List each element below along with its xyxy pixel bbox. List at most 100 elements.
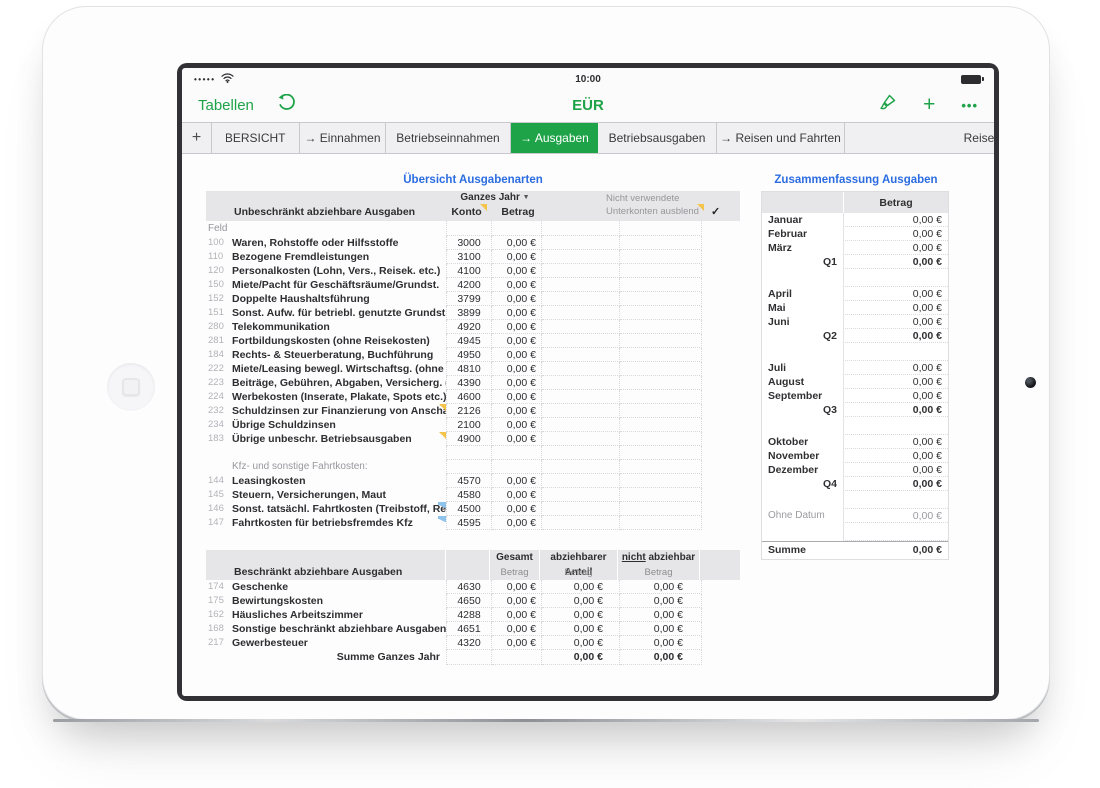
cell[interactable]	[446, 221, 492, 236]
row-name[interactable]: Leasingkosten	[232, 474, 446, 488]
summary-row-value[interactable]	[843, 417, 948, 435]
anteil-cell[interactable]	[542, 320, 620, 334]
summary-row-label[interactable]: Q1	[762, 255, 843, 269]
add-content-icon[interactable]: +	[923, 95, 935, 115]
summary-row-value[interactable]: 0,00 €	[843, 301, 948, 315]
summary-row-value[interactable]: 0,00 €	[843, 241, 948, 255]
konto-cell[interactable]: 4651	[446, 622, 492, 636]
anteil-cell[interactable]	[542, 516, 620, 530]
home-button[interactable]	[107, 363, 155, 411]
anteil-cell[interactable]	[542, 460, 620, 474]
row-name[interactable]: Übrige unbeschr. Betriebsausgaben	[232, 432, 446, 446]
summary-row-label[interactable]: Ohne Datum	[762, 509, 843, 523]
cell[interactable]	[620, 221, 702, 236]
betrag-cell[interactable]: 0,00 €	[492, 236, 542, 250]
nicht-cell[interactable]	[620, 516, 702, 530]
betrag-cell[interactable]: 0,00 €	[492, 390, 542, 404]
betrag-cell[interactable]: 0,00 €	[492, 418, 542, 432]
nicht-cell[interactable]	[620, 390, 702, 404]
betrag-cell[interactable]: 0,00 €	[492, 264, 542, 278]
row-name[interactable]: Gewerbesteuer	[232, 636, 446, 650]
row-name[interactable]: Geschenke	[232, 580, 446, 594]
row-name[interactable]: Sonst. tatsächl. Fahrtkosten (Treibstoff…	[232, 502, 446, 516]
konto-cell[interactable]: 4900	[446, 432, 492, 446]
summary-row-label[interactable]: Juni	[762, 315, 843, 329]
sheet-tab-reisen[interactable]: Reisen	[845, 123, 994, 153]
cell[interactable]	[446, 650, 492, 665]
summary-row-value[interactable]: 0,00 €	[843, 287, 948, 301]
nicht-cell[interactable]: 0,00 €	[620, 594, 702, 608]
betrag-cell[interactable]	[492, 460, 542, 474]
summary-row-label[interactable]: September	[762, 389, 843, 403]
anteil-cell[interactable]	[542, 264, 620, 278]
hide-subaccounts-checkbox[interactable]: ✓	[711, 205, 720, 218]
konto-cell[interactable]: 4580	[446, 488, 492, 502]
nicht-cell[interactable]: 0,00 €	[620, 622, 702, 636]
sum-nicht-value[interactable]: 0,00 €	[620, 650, 702, 665]
summary-row-label[interactable]: Januar	[762, 213, 843, 227]
cell[interactable]	[542, 221, 620, 236]
summary-row-value[interactable]: 0,00 €	[843, 227, 948, 241]
betrag-cell[interactable]: 0,00 €	[492, 502, 542, 516]
summary-row-value[interactable]: 0,00 €	[843, 213, 948, 227]
konto-cell[interactable]: 4920	[446, 320, 492, 334]
nicht-cell[interactable]: 0,00 €	[620, 636, 702, 650]
konto-cell[interactable]: 4288	[446, 608, 492, 622]
summary-row-value[interactable]: 0,00 €	[843, 403, 948, 417]
betrag-cell[interactable]	[492, 446, 542, 460]
anteil-cell[interactable]	[542, 306, 620, 320]
anteil-cell[interactable]	[542, 334, 620, 348]
konto-cell[interactable]: 4650	[446, 594, 492, 608]
anteil-cell[interactable]: 0,00 €	[542, 636, 620, 650]
row-name[interactable]	[232, 446, 446, 460]
nicht-cell[interactable]	[620, 404, 702, 418]
betrag-cell[interactable]: 0,00 €	[492, 250, 542, 264]
summary-row-label[interactable]: Oktober	[762, 435, 843, 449]
nicht-cell[interactable]	[620, 432, 702, 446]
betrag-cell[interactable]: 0,00 €	[492, 404, 542, 418]
sum-anteil-value[interactable]: 0,00 €	[542, 650, 620, 665]
betrag-cell[interactable]: 0,00 €	[492, 594, 542, 608]
sort-control[interactable]: Ganzes Jahr ▼	[448, 192, 542, 203]
row-name[interactable]: Häusliches Arbeitszimmer	[232, 608, 446, 622]
betrag-cell[interactable]: 0,00 €	[492, 516, 542, 530]
summary-row-label[interactable]: Dezember	[762, 463, 843, 477]
summary-row-value[interactable]: 0,00 €	[843, 361, 948, 375]
row-name[interactable]: Übrige Schuldzinsen	[232, 418, 446, 432]
summary-row-value[interactable]: 0,00 €	[843, 435, 948, 449]
konto-cell[interactable]: 2126	[446, 404, 492, 418]
konto-cell[interactable]: 3799	[446, 292, 492, 306]
summary-row-value[interactable]: 0,00 €	[843, 477, 948, 491]
nicht-cell[interactable]	[620, 278, 702, 292]
summary-row-label[interactable]: März	[762, 241, 843, 255]
row-name[interactable]: Rechts- & Steuerberatung, Buchführung	[232, 348, 446, 362]
konto-cell[interactable]: 4500	[446, 502, 492, 516]
nicht-cell[interactable]: 0,00 €	[620, 608, 702, 622]
konto-cell[interactable]: 4630	[446, 580, 492, 594]
summary-row-label[interactable]: August	[762, 375, 843, 389]
nicht-cell[interactable]	[620, 306, 702, 320]
konto-cell[interactable]: 2100	[446, 418, 492, 432]
group-label[interactable]: Kfz- und sonstige Fahrtkosten:	[232, 460, 446, 474]
betrag-cell[interactable]: 0,00 €	[492, 348, 542, 362]
konto-cell[interactable]: 4595	[446, 516, 492, 530]
cell[interactable]	[492, 650, 542, 665]
betrag-cell[interactable]: 0,00 €	[492, 474, 542, 488]
betrag-cell[interactable]: 0,00 €	[492, 622, 542, 636]
anteil-cell[interactable]	[542, 250, 620, 264]
summary-row-value[interactable]: 0,00 €	[843, 509, 948, 523]
anteil-cell[interactable]	[542, 432, 620, 446]
summary-row-value[interactable]: 0,00 €	[843, 329, 948, 343]
konto-cell[interactable]: 3100	[446, 250, 492, 264]
nicht-cell[interactable]	[620, 348, 702, 362]
nicht-cell[interactable]	[620, 292, 702, 306]
summary-row-label[interactable]: Q3	[762, 403, 843, 417]
anteil-cell[interactable]	[542, 348, 620, 362]
sheet-tab-betriebsausgaben[interactable]: Betriebsausgaben	[598, 123, 717, 153]
nicht-cell[interactable]	[620, 488, 702, 502]
nicht-cell[interactable]	[620, 376, 702, 390]
anteil-cell[interactable]	[542, 362, 620, 376]
betrag-cell[interactable]: 0,00 €	[492, 488, 542, 502]
row-name[interactable]: Miete/Pacht für Geschäftsräume/Grundst.	[232, 278, 446, 292]
sheet-tab-betriebseinnahmen[interactable]: Betriebseinnahmen	[386, 123, 511, 153]
